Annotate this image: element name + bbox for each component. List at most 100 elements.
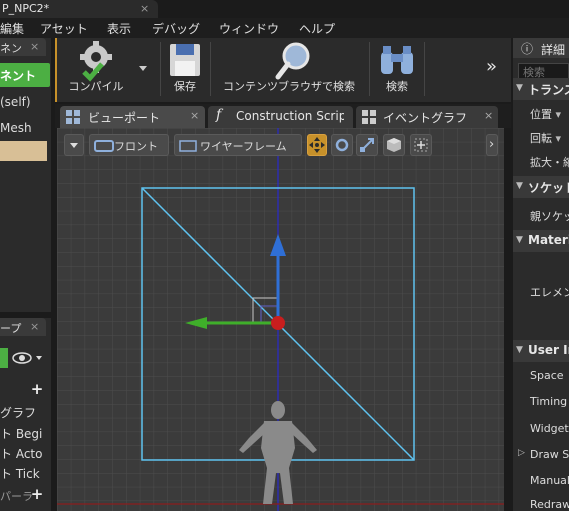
event-begin-item[interactable]: ト Begi: [0, 425, 42, 442]
transform-section-header[interactable]: ▼ トランス: [513, 78, 569, 100]
menu-debug[interactable]: デバッグ: [152, 20, 200, 37]
add-variable-button[interactable]: +: [29, 486, 45, 502]
render-mode-label: ワイヤーフレーム: [200, 140, 287, 153]
tab-construction-label: Construction Scrip: [236, 109, 344, 123]
materials-section-header[interactable]: ▼ Materia: [513, 230, 569, 252]
component-self[interactable]: (self): [0, 95, 31, 109]
toolbar-divider: [160, 42, 161, 96]
chevron-down-icon: [70, 143, 78, 148]
expand-triangle-icon: ▼: [516, 83, 523, 93]
details-tab[interactable]: ⓘ 詳細: [513, 38, 569, 58]
collapsed-triangle-icon[interactable]: ▷: [518, 448, 525, 458]
view-mode-button[interactable]: フロント: [89, 134, 169, 156]
browse-content-button[interactable]: コンテンツブラウザで検索: [214, 38, 364, 100]
viewport-canvas[interactable]: [57, 128, 504, 511]
scale-icon: [360, 138, 374, 152]
rotation-label: 回転: [530, 132, 552, 145]
graph-list-item[interactable]: グラフ: [0, 404, 36, 421]
scale-mode-button[interactable]: [356, 134, 378, 156]
menu-help[interactable]: ヘルプ: [299, 20, 335, 37]
my-blueprint-tab-label: ープ: [0, 322, 22, 335]
add-graph-button[interactable]: +: [29, 381, 45, 397]
tab-viewport-close[interactable]: ×: [190, 109, 199, 122]
translate-mode-button[interactable]: [307, 134, 327, 156]
scale-label: 拡大・縮: [530, 156, 569, 169]
components-tab[interactable]: ネン ×: [0, 38, 46, 56]
materials-section-title: Materia: [528, 233, 569, 247]
transform-section-title: トランス: [528, 83, 569, 97]
redraw-time-label: Redraw: [530, 498, 569, 511]
document-tab[interactable]: P_NPC2* ×: [0, 0, 158, 18]
magnifier-icon: [275, 42, 310, 80]
front-view-icon: [94, 140, 114, 152]
wireframe-icon: [179, 140, 197, 152]
toolbar-divider: [424, 42, 425, 96]
save-label: 保存: [174, 80, 196, 93]
components-tab-close[interactable]: ×: [30, 40, 39, 53]
space-label: Space: [530, 369, 564, 382]
add-new-button[interactable]: [0, 348, 8, 368]
grid-snap-button[interactable]: [410, 134, 432, 156]
tab-event-graph[interactable]: イベントグラフ ×: [356, 106, 498, 128]
rotate-mode-button[interactable]: [331, 134, 353, 156]
tab-event-graph-close[interactable]: ×: [484, 109, 493, 122]
double-chevron-right-icon: »: [486, 56, 498, 77]
document-tab-close-button[interactable]: ×: [140, 2, 149, 15]
viewport-toolbar-overflow[interactable]: ›: [486, 134, 498, 156]
surface-snap-button[interactable]: [383, 134, 405, 156]
components-tab-label: ネン: [0, 42, 22, 55]
event-graph-icon: [362, 110, 376, 124]
chevron-right-icon: ›: [489, 137, 495, 152]
user-interface-section-title: User In: [528, 343, 569, 357]
add-component-button[interactable]: ネント: [0, 63, 50, 87]
manual-redraw-label: Manuall: [530, 474, 569, 487]
menu-window[interactable]: ウィンドウ: [219, 20, 279, 37]
toolbar-overflow-button[interactable]: »: [484, 38, 504, 100]
expand-triangle-icon: ▼: [516, 345, 523, 355]
menu-asset[interactable]: アセット: [40, 20, 88, 37]
component-mesh[interactable]: Mesh: [0, 121, 32, 135]
event-tick-item[interactable]: ト Tick: [0, 465, 40, 482]
tab-viewport-label: ビューポート: [88, 111, 161, 125]
save-button[interactable]: 保存: [165, 38, 205, 100]
find-label: 検索: [386, 80, 408, 93]
chevron-down-icon: [139, 66, 147, 71]
tab-viewport[interactable]: ビューポート ×: [60, 106, 205, 128]
draw-size-label: Draw Si: [530, 448, 569, 461]
menu-edit[interactable]: 編集: [0, 20, 24, 37]
tab-construction-script[interactable]: f Construction Scrip: [208, 106, 353, 128]
find-button[interactable]: 検索: [373, 38, 421, 100]
compile-gear-icon: [80, 41, 112, 82]
render-mode-button[interactable]: ワイヤーフレーム: [174, 134, 302, 156]
component-selected-row[interactable]: [0, 141, 47, 161]
browse-content-label: コンテンツブラウザで検索: [223, 80, 355, 93]
eye-icon: [12, 352, 42, 364]
visibility-dropdown[interactable]: [11, 349, 47, 367]
add-component-label: ネント: [0, 69, 37, 83]
sockets-section-header[interactable]: ▼ ソケット: [513, 176, 569, 198]
my-blueprint-tab-close[interactable]: ×: [30, 320, 39, 333]
location-dropdown[interactable]: 位置 ▾: [530, 106, 561, 122]
location-label: 位置: [530, 108, 552, 121]
grid-snap-icon: [414, 138, 428, 152]
widget-class-label: Widget C: [530, 422, 569, 435]
menu-bar: 編集 アセット 表示 デバッグ ウィンドウ ヘルプ: [0, 18, 569, 38]
save-disk-icon: [170, 44, 200, 76]
menu-view[interactable]: 表示: [107, 20, 131, 37]
function-icon: f: [216, 107, 222, 123]
tab-event-graph-label: イベントグラフ: [383, 111, 468, 125]
user-interface-section-header[interactable]: ▼ User In: [513, 340, 569, 362]
toolbar-accent: [55, 38, 57, 102]
compile-options-dropdown[interactable]: [136, 38, 150, 100]
sockets-section-title: ソケット: [528, 181, 569, 195]
event-actor-item[interactable]: ト Acto: [0, 445, 42, 462]
expand-triangle-icon: ▼: [516, 181, 523, 191]
element-label: エレメン: [530, 286, 569, 299]
move-arrows-icon: [309, 137, 325, 153]
rotation-dropdown[interactable]: 回転 ▾: [530, 130, 561, 146]
compile-button[interactable]: コンパイル: [60, 38, 132, 100]
rotate-icon: [335, 138, 349, 152]
viewport-options-dropdown[interactable]: [64, 134, 84, 156]
document-title: P_NPC2*: [2, 2, 50, 15]
my-blueprint-tab[interactable]: ープ ×: [0, 318, 46, 336]
